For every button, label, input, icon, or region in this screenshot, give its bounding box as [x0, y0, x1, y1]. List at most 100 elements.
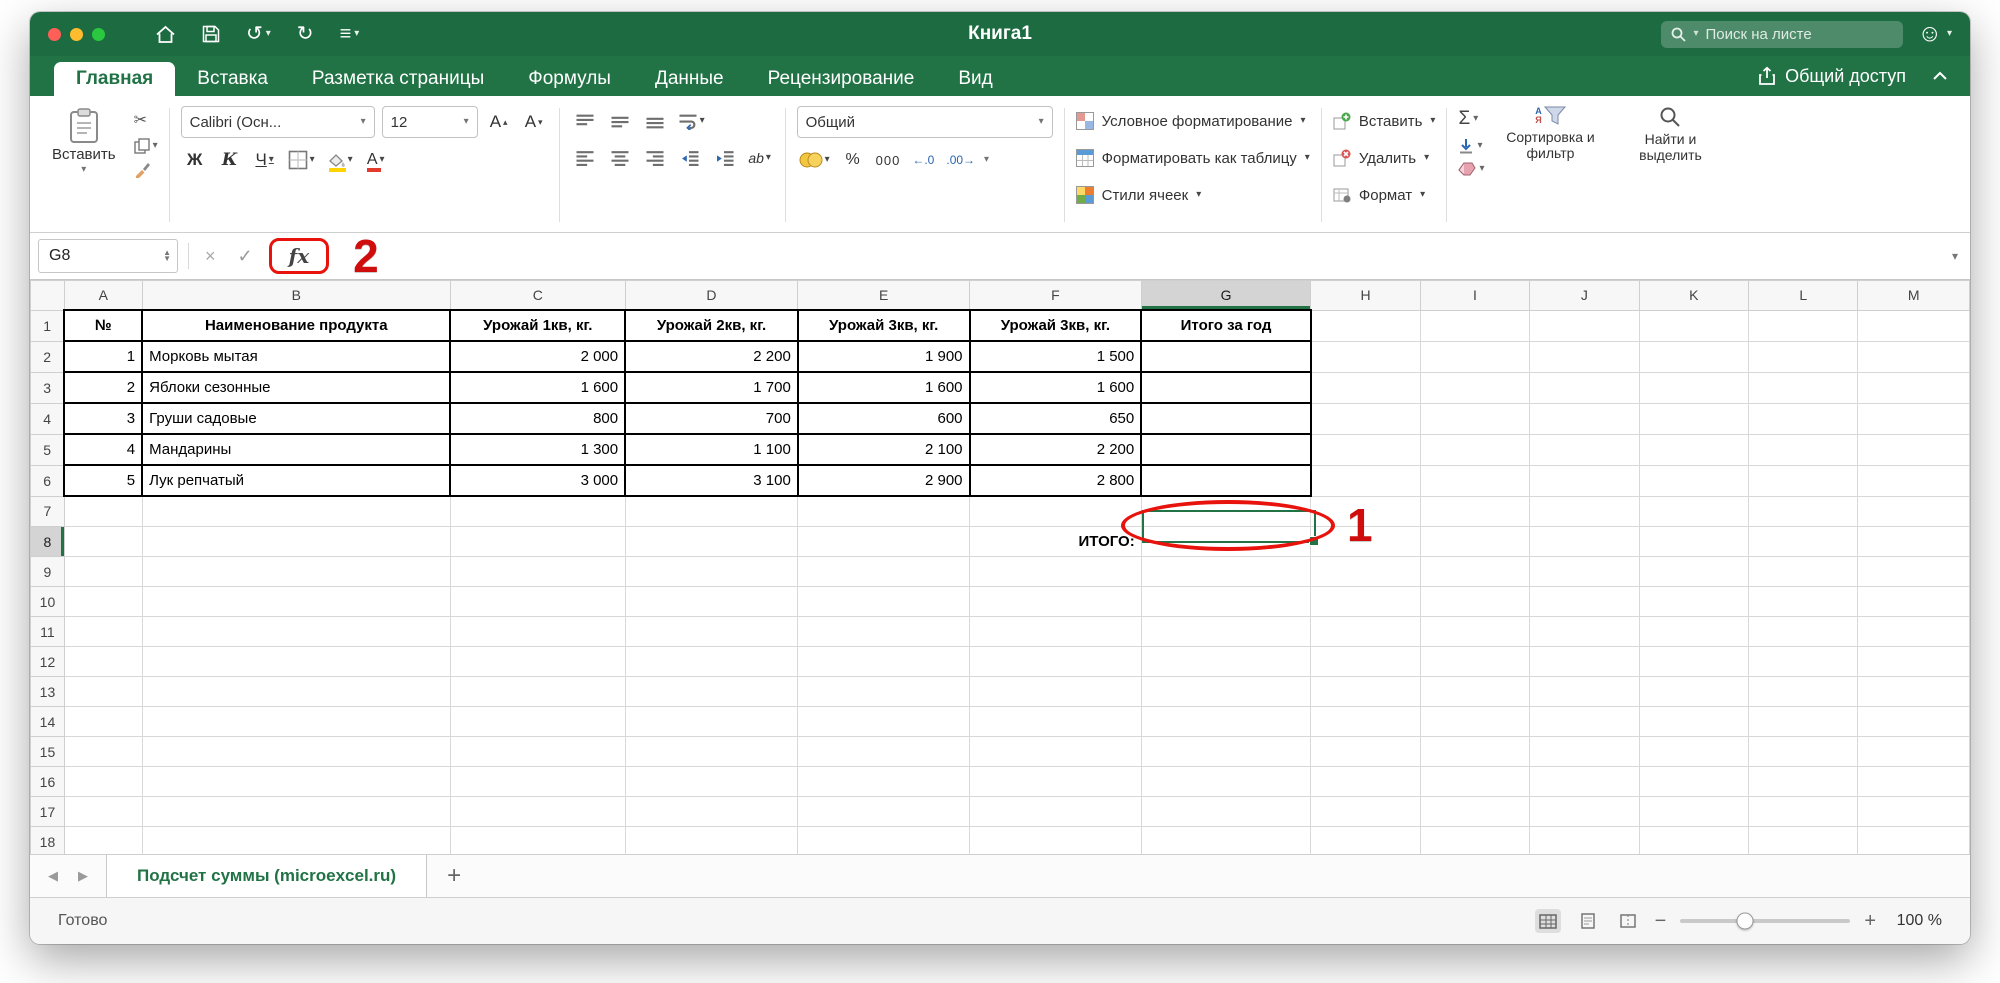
column-header-I[interactable]: I — [1420, 281, 1529, 311]
ribbon-tab-2[interactable]: Вставка — [175, 62, 290, 96]
page-break-view-button[interactable] — [1615, 909, 1641, 933]
add-sheet-button[interactable]: + — [427, 855, 481, 897]
ribbon-tab-6[interactable]: Рецензирование — [746, 62, 937, 96]
cell-K18[interactable] — [1639, 827, 1748, 855]
cell-E8[interactable] — [798, 527, 970, 557]
select-all-corner[interactable] — [31, 281, 65, 311]
cell-D9[interactable] — [625, 557, 798, 587]
font-color-button[interactable]: А ▾ — [362, 145, 390, 175]
cell-J17[interactable] — [1530, 797, 1639, 827]
cell-C14[interactable] — [450, 707, 625, 737]
redo-button[interactable]: ↻ — [297, 24, 314, 44]
cell-G13[interactable] — [1141, 677, 1311, 707]
cell-E2[interactable]: 1 900 — [798, 341, 970, 372]
collapse-ribbon-button[interactable] — [1932, 56, 1948, 96]
cell-A17[interactable] — [64, 797, 142, 827]
cell-I5[interactable] — [1420, 434, 1529, 465]
cell-D4[interactable]: 700 — [625, 403, 798, 434]
cell-F13[interactable] — [970, 677, 1142, 707]
cell-B4[interactable]: Груши садовые — [142, 403, 450, 434]
cell-I10[interactable] — [1420, 587, 1529, 617]
font-size-select[interactable]: 12 ▾ — [382, 106, 478, 138]
cell-A8[interactable] — [64, 527, 142, 557]
cell-I12[interactable] — [1420, 647, 1529, 677]
cell-H2[interactable] — [1311, 341, 1420, 372]
cell-M3[interactable] — [1858, 372, 1970, 403]
cell-I15[interactable] — [1420, 737, 1529, 767]
cell-D15[interactable] — [625, 737, 798, 767]
font-name-select[interactable]: Calibri (Осн... ▾ — [181, 106, 375, 138]
cell-K12[interactable] — [1639, 647, 1748, 677]
search-input[interactable]: ▾ Поиск на листе — [1661, 21, 1903, 48]
close-button[interactable] — [48, 28, 61, 41]
cell-D10[interactable] — [625, 587, 798, 617]
cell-E3[interactable]: 1 600 — [798, 372, 970, 403]
column-header-C[interactable]: C — [450, 281, 625, 311]
cell-L15[interactable] — [1749, 737, 1858, 767]
cell-K4[interactable] — [1639, 403, 1748, 434]
cell-L2[interactable] — [1749, 341, 1858, 372]
fill-button[interactable]: ▾ — [1458, 138, 1484, 154]
cell-B9[interactable] — [142, 557, 450, 587]
cell-K7[interactable] — [1639, 496, 1748, 527]
cell-L12[interactable] — [1749, 647, 1858, 677]
row-header-18[interactable]: 18 — [31, 827, 65, 855]
percent-style-button[interactable]: % — [839, 145, 867, 175]
cell-F18[interactable] — [970, 827, 1142, 855]
cell-H1[interactable] — [1311, 310, 1420, 341]
cell-E9[interactable] — [798, 557, 970, 587]
row-header-9[interactable]: 9 — [31, 557, 65, 587]
cell-K11[interactable] — [1639, 617, 1748, 647]
cell-L9[interactable] — [1749, 557, 1858, 587]
cell-L6[interactable] — [1749, 465, 1858, 496]
cell-B10[interactable] — [142, 587, 450, 617]
cell-H3[interactable] — [1311, 372, 1420, 403]
cell-G12[interactable] — [1141, 647, 1311, 677]
cell-H4[interactable] — [1311, 403, 1420, 434]
cell-L5[interactable] — [1749, 434, 1858, 465]
cell-B18[interactable] — [142, 827, 450, 855]
zoom-in-button[interactable]: + — [1864, 910, 1876, 933]
cell-C11[interactable] — [450, 617, 625, 647]
normal-view-button[interactable] — [1535, 909, 1561, 933]
page-layout-view-button[interactable] — [1575, 909, 1601, 933]
zoom-button[interactable] — [92, 28, 105, 41]
cell-E7[interactable] — [798, 496, 970, 527]
cell-F2[interactable]: 1 500 — [970, 341, 1142, 372]
undo-button[interactable]: ↺ ▾ — [246, 24, 271, 44]
cell-J14[interactable] — [1530, 707, 1639, 737]
cell-F6[interactable]: 2 800 — [970, 465, 1142, 496]
cell-M12[interactable] — [1858, 647, 1970, 677]
cell-I14[interactable] — [1420, 707, 1529, 737]
copy-button[interactable]: ▾ — [134, 138, 158, 154]
cell-E15[interactable] — [798, 737, 970, 767]
cell-D17[interactable] — [625, 797, 798, 827]
ribbon-tab-1[interactable]: Главная — [54, 62, 175, 96]
customize-toolbar-button[interactable]: ≡ ▾ — [340, 24, 360, 44]
ribbon-tab-7[interactable]: Вид — [936, 62, 1014, 96]
autosum-button[interactable]: Σ ▾ — [1458, 108, 1484, 130]
cell-D5[interactable]: 1 100 — [625, 434, 798, 465]
cell-E13[interactable] — [798, 677, 970, 707]
previous-sheet-icon[interactable]: ◀ — [48, 868, 58, 884]
ribbon-tab-3[interactable]: Разметка страницы — [290, 62, 506, 96]
cell-A15[interactable] — [64, 737, 142, 767]
ribbon-tab-5[interactable]: Данные — [633, 62, 746, 96]
cell-F1[interactable]: Урожай 3кв, кг. — [970, 310, 1142, 341]
cell-C1[interactable]: Урожай 1кв, кг. — [450, 310, 625, 341]
cell-C9[interactable] — [450, 557, 625, 587]
cell-H14[interactable] — [1311, 707, 1420, 737]
cell-C16[interactable] — [450, 767, 625, 797]
cell-E11[interactable] — [798, 617, 970, 647]
cell-B1[interactable]: Наименование продукта — [142, 310, 450, 341]
shrink-font-button[interactable]: А▾ — [520, 107, 548, 137]
cell-E4[interactable]: 600 — [798, 403, 970, 434]
cell-K17[interactable] — [1639, 797, 1748, 827]
cell-I16[interactable] — [1420, 767, 1529, 797]
increase-decimal-button[interactable]: ←.0 — [909, 145, 937, 175]
cell-F3[interactable]: 1 600 — [970, 372, 1142, 403]
next-sheet-icon[interactable]: ▶ — [78, 868, 88, 884]
cell-C5[interactable]: 1 300 — [450, 434, 625, 465]
cell-B3[interactable]: Яблоки сезонные — [142, 372, 450, 403]
column-header-A[interactable]: A — [64, 281, 142, 311]
